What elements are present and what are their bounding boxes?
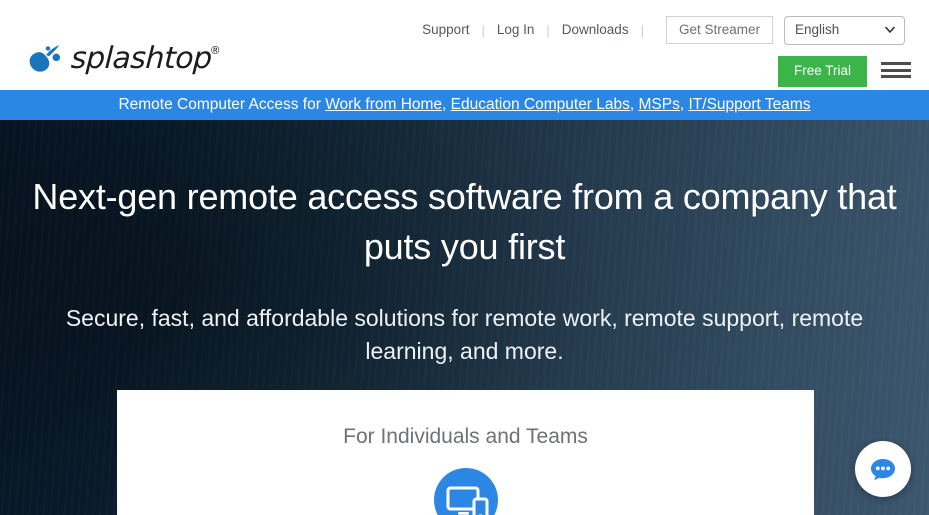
devices-monitor-tablet-icon <box>433 468 498 515</box>
banner-link-work-from-home[interactable]: Work from Home <box>325 96 442 113</box>
promo-banner-text: Remote Computer Access for Work from Hom… <box>118 97 810 113</box>
individuals-and-teams-card[interactable]: For Individuals and Teams <box>117 390 814 515</box>
hero-headline: Next-gen remote access software from a c… <box>32 176 897 267</box>
promo-banner-lead: Remote Computer Access for <box>118 96 326 114</box>
hero-section: Next-gen remote access software from a c… <box>0 120 929 515</box>
logo-trademark: ® <box>209 44 221 57</box>
card-title: For Individuals and Teams <box>343 425 588 448</box>
free-trial-button[interactable]: Free Trial <box>777 56 867 87</box>
promo-banner: Remote Computer Access for Work from Hom… <box>0 90 929 120</box>
nav-link-support[interactable]: Support <box>420 23 471 37</box>
nav-link-log-in[interactable]: Log In <box>495 23 537 37</box>
chat-bubble-icon <box>871 459 895 481</box>
nav-separator: | <box>481 22 485 38</box>
banner-comma: , <box>442 96 451 114</box>
chevron-down-icon <box>885 26 895 33</box>
language-select[interactable]: English <box>784 15 905 45</box>
chat-widget-button[interactable] <box>855 441 911 497</box>
nav-separator: | <box>640 22 644 38</box>
hamburger-menu-icon[interactable] <box>881 60 911 80</box>
banner-link-education-computer-labs[interactable]: Education Computer Labs <box>451 96 630 113</box>
banner-comma: , <box>629 96 639 114</box>
page-root: Support | Log In | Downloads | Get Strea… <box>0 0 929 515</box>
hamburger-bar <box>881 68 911 72</box>
banner-link-it-support-teams[interactable]: IT/Support Teams <box>688 96 810 113</box>
logo-wordmark-text: splashtop <box>70 41 213 76</box>
splashtop-logo[interactable]: splashtop ® <box>26 40 220 78</box>
site-header: Support | Log In | Downloads | Get Strea… <box>0 0 929 90</box>
language-select-value: English <box>795 22 840 38</box>
hero-subheadline: Secure, fast, and affordable solutions f… <box>65 305 864 364</box>
nav-link-downloads[interactable]: Downloads <box>560 23 631 37</box>
banner-link-msps[interactable]: MSPs <box>639 96 680 113</box>
hamburger-bar <box>881 62 911 65</box>
get-streamer-button[interactable]: Get Streamer <box>665 15 773 45</box>
logo-wordmark: splashtop ® <box>70 41 220 76</box>
nav-separator: | <box>546 22 550 38</box>
splashtop-droplet-icon <box>29 45 61 72</box>
hamburger-bar <box>881 75 911 78</box>
utility-nav: Support | Log In | Downloads | Get Strea… <box>420 14 905 46</box>
